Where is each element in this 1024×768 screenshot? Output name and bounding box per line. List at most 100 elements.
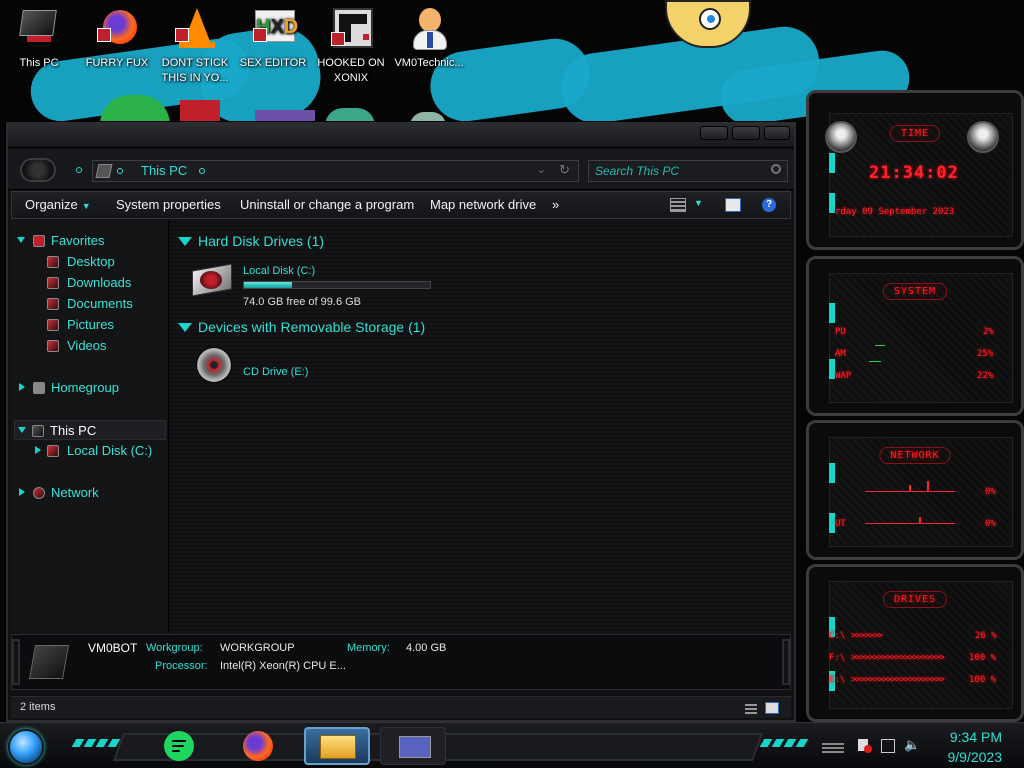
back-button[interactable] [20, 158, 56, 182]
start-button[interactable] [8, 729, 44, 765]
uninstall-program-button[interactable]: Uninstall or change a program [240, 197, 414, 212]
computer-icon [17, 6, 61, 52]
large-icons-view-icon[interactable] [765, 702, 779, 714]
sidebar-gadgets: TIME 21:34:02 rday 09 September 2023 SYS… [806, 90, 1024, 722]
change-view-icon[interactable] [670, 198, 686, 212]
hard-disk-icon [47, 445, 59, 457]
desktop-folder-icon [47, 256, 59, 268]
address-row: This PC ⌄ ↻ Search This PC [8, 150, 794, 190]
gadget-clock: 21:34:02 [869, 163, 959, 183]
nav-this-pc[interactable]: This PC [14, 420, 166, 440]
alien-head-icon [967, 121, 999, 153]
network-gadget[interactable]: NETWORK 0% UT 0% [806, 420, 1024, 560]
workgroup-value: WORKGROUP [220, 642, 295, 654]
view-options-chevron-icon[interactable]: ▼ [694, 198, 704, 212]
ram-usage: 25% [977, 349, 994, 359]
taskbar-control-panel[interactable] [380, 727, 446, 765]
group-hard-disk-drives[interactable]: Hard Disk Drives (1) [178, 233, 324, 249]
details-frame-right [782, 639, 790, 685]
group-removable-storage[interactable]: Devices with Removable Storage (1) [178, 319, 425, 335]
memory-value: 4.00 GB [406, 642, 447, 654]
firefox-icon[interactable] [243, 731, 273, 761]
volume-icon[interactable]: 🔈 [904, 739, 920, 753]
taskbar: 🔈 9:34 PM 9/9/2023 [0, 722, 1024, 768]
desktop-icon-this-pc[interactable]: This PC [2, 6, 76, 71]
item-count: 2 items [20, 701, 56, 713]
network-tray-icon[interactable] [881, 739, 895, 753]
desktop-icon-sex-editor[interactable]: HXD SEX EDITOR [236, 6, 310, 71]
disk-usage-fill [244, 282, 292, 288]
user-avatar-icon [407, 6, 451, 52]
network-out-value: 0% [985, 519, 996, 529]
pictures-folder-icon [47, 319, 59, 331]
drive-f-usage: 100 % [969, 653, 997, 663]
system-properties-button[interactable]: System properties [116, 197, 221, 212]
dropdown-arrow-icon: ▼ [81, 201, 91, 211]
cd-drive-icon [196, 347, 240, 383]
close-button[interactable] [764, 126, 790, 140]
minimize-button[interactable] [700, 126, 728, 140]
drive-e-usage: 100 % [969, 675, 997, 685]
breadcrumb-separator-icon [117, 168, 123, 174]
system-gadget[interactable]: SYSTEM PU 2% AM 25% WAP 22% [806, 256, 1024, 416]
desktop-icon-vm0technic[interactable]: VM0Technic... [392, 6, 466, 71]
search-input[interactable]: Search This PC [588, 160, 788, 182]
organize-button[interactable]: Organize ▼ [25, 197, 91, 212]
maximize-button[interactable] [732, 126, 760, 140]
desktop-icon-hooked-on-xonix[interactable]: HOOKED ON XONIX [314, 6, 388, 86]
control-panel-icon [399, 736, 431, 758]
network-icon [33, 487, 45, 499]
details-frame-left [12, 639, 20, 685]
details-view-icon[interactable] [745, 702, 757, 714]
swap-usage: 22% [977, 371, 994, 381]
time-gadget[interactable]: TIME 21:34:02 rday 09 September 2023 [806, 90, 1024, 250]
firefox-icon [95, 6, 139, 52]
alien-head-icon [825, 121, 857, 153]
navigation-pane: Favorites Desktop Downloads Documents Pi… [11, 221, 169, 633]
command-bar: Organize ▼ System properties Uninstall or… [11, 191, 791, 219]
disk-usage-bar [243, 281, 431, 289]
collapse-arrow-icon [19, 488, 25, 496]
pc-name: VM0BOT [88, 641, 138, 655]
desktop-icon-dont-stick[interactable]: DONT STICK THIS IN YO... [158, 6, 232, 86]
content-pane: Hard Disk Drives (1) Local Disk (C:) 74.… [170, 221, 791, 633]
group-collapse-icon [178, 323, 192, 333]
spotify-icon[interactable] [164, 731, 194, 761]
hard-disk-icon [192, 263, 236, 297]
network-in-value: 0% [985, 487, 996, 497]
chevron-down-icon[interactable]: ⌄ [537, 163, 546, 176]
search-icon [771, 164, 781, 174]
taskbar-file-explorer[interactable] [304, 727, 370, 765]
computer-icon [29, 645, 69, 679]
breadcrumb-separator-icon [199, 168, 205, 174]
recent-locations-button[interactable] [76, 167, 82, 173]
more-commands-button[interactable]: » [552, 197, 559, 212]
status-bar: 2 items [11, 696, 791, 718]
desktop-icon-furry-fux[interactable]: FURRY FUX [80, 6, 154, 71]
file-explorer-window: This PC ⌄ ↻ Search This PC Organize ▼ Sys… [6, 122, 796, 722]
collapse-arrow-icon [35, 446, 41, 454]
group-collapse-icon [178, 237, 192, 247]
network-in-graph [865, 491, 955, 492]
network-out-graph [865, 523, 955, 524]
favorites-star-icon [33, 235, 45, 247]
preview-pane-icon[interactable] [725, 198, 741, 212]
drives-gadget[interactable]: DRIVES C:\ >>>>>>> 26 % F:\ >>>>>>>>>>>>… [806, 564, 1024, 722]
search-placeholder: Search This PC [595, 164, 680, 178]
map-network-drive-button[interactable]: Map network drive [430, 197, 536, 212]
hxd-icon: HXD [251, 6, 298, 52]
computer-icon [95, 164, 113, 178]
folder-icon [320, 735, 356, 759]
expand-arrow-icon [17, 237, 25, 243]
computer-icon [32, 425, 44, 437]
show-hidden-icons-icon[interactable] [822, 741, 844, 753]
breadcrumb-this-pc[interactable]: This PC [141, 163, 187, 178]
refresh-icon[interactable]: ↻ [559, 162, 570, 178]
system-clock[interactable]: 9:34 PM 9/9/2023 [948, 727, 1003, 767]
help-icon[interactable]: ? [762, 198, 776, 212]
vlc-cone-icon [173, 6, 217, 52]
window-titlebar[interactable] [8, 124, 794, 148]
downloads-folder-icon [47, 277, 59, 289]
action-center-flag-icon[interactable] [858, 739, 872, 753]
address-bar[interactable]: This PC ⌄ ↻ [92, 160, 579, 182]
